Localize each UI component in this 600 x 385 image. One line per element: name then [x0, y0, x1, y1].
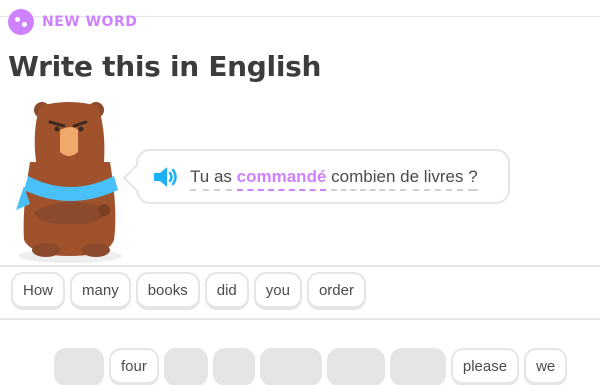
answer-line-top	[0, 265, 600, 267]
prompt-word[interactable]: livres	[423, 166, 464, 191]
word-bank-slot-used	[54, 348, 104, 385]
word-bank-slot-used	[212, 348, 255, 385]
new-word-label: NEW WORD	[42, 14, 138, 30]
prompt-speech-bubble: Tu as commandé combien de livres ?	[136, 149, 510, 204]
prompt-word[interactable]: de	[400, 166, 420, 191]
page-title: Write this in English	[8, 50, 322, 83]
answer-tile[interactable]: did	[204, 272, 249, 310]
bear-character-illustration	[16, 102, 122, 263]
new-word-badge: NEW WORD	[8, 9, 137, 35]
answer-tile[interactable]: books	[135, 272, 200, 310]
answer-tile[interactable]: you	[253, 272, 302, 310]
answer-tile[interactable]: order	[306, 272, 366, 310]
prompt-word-new[interactable]: commandé	[236, 166, 327, 191]
prompt-word[interactable]: combien	[331, 166, 396, 191]
word-bank-slot-used	[326, 348, 385, 385]
word-bank-slot-used	[163, 348, 208, 385]
prompt-sentence: Tu as commandé combien de livres ?	[190, 166, 478, 191]
word-bank-slot-used	[389, 348, 446, 385]
word-bank: four please we	[54, 348, 568, 385]
answer-area: How many books did you order	[11, 272, 366, 310]
speaker-icon[interactable]	[152, 165, 180, 189]
prompt-word[interactable]: Tu	[190, 166, 210, 191]
answer-tile[interactable]: many	[70, 272, 131, 310]
word-bank-tile[interactable]: four	[109, 348, 159, 385]
answer-tile[interactable]: How	[11, 272, 66, 310]
new-word-icon	[8, 9, 34, 35]
answer-line-bottom	[0, 318, 600, 320]
word-bank-tile[interactable]: please	[450, 348, 520, 385]
word-bank-slot-used	[259, 348, 322, 385]
prompt-word[interactable]: as	[213, 166, 232, 191]
word-bank-tile[interactable]: we	[524, 348, 568, 385]
prompt-word[interactable]: ?	[468, 166, 478, 191]
